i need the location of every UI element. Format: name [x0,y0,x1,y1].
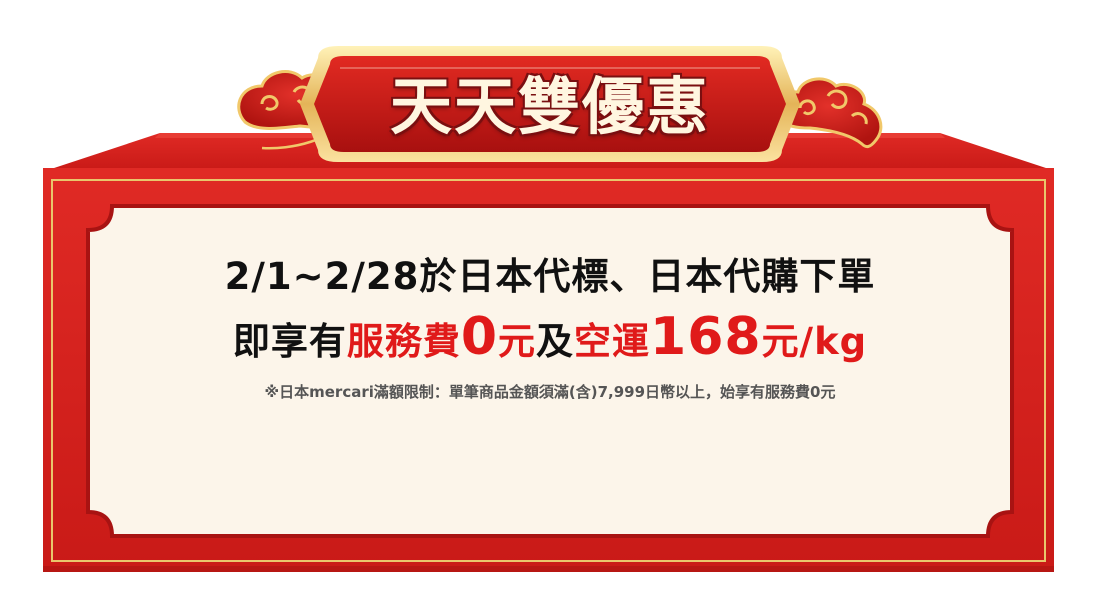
service-fee-unit: 元 [498,320,537,363]
offer-prefix: 即享有 [232,320,347,363]
service-fee-label: 服務費 [346,320,461,363]
promo-banner: 天天雙優惠 2/1~2/28於日本代標、日本代購下單 即享有服務費0元及空運16… [0,0,1100,601]
promo-content: 2/1~2/28於日本代標、日本代購下單 即享有服務費0元及空運168元/kg … [88,208,1012,403]
mercari-restriction-note: ※日本mercari滿額限制：單筆商品金額須滿(含)7,999日幣以上，始享有服… [264,383,836,401]
service-fee-amount: 0 [460,307,499,367]
air-shipping-amount: 168 [650,307,762,367]
offer-connector: 及 [536,320,575,363]
air-shipping-unit: 元/kg [761,320,868,363]
promo-offer-line: 即享有服務費0元及空運168元/kg [88,308,1012,371]
banner-title: 天天雙優惠 [389,70,710,143]
promo-date-line: 2/1~2/28於日本代標、日本代購下單 [224,255,876,298]
air-shipping-label: 空運 [574,320,651,363]
